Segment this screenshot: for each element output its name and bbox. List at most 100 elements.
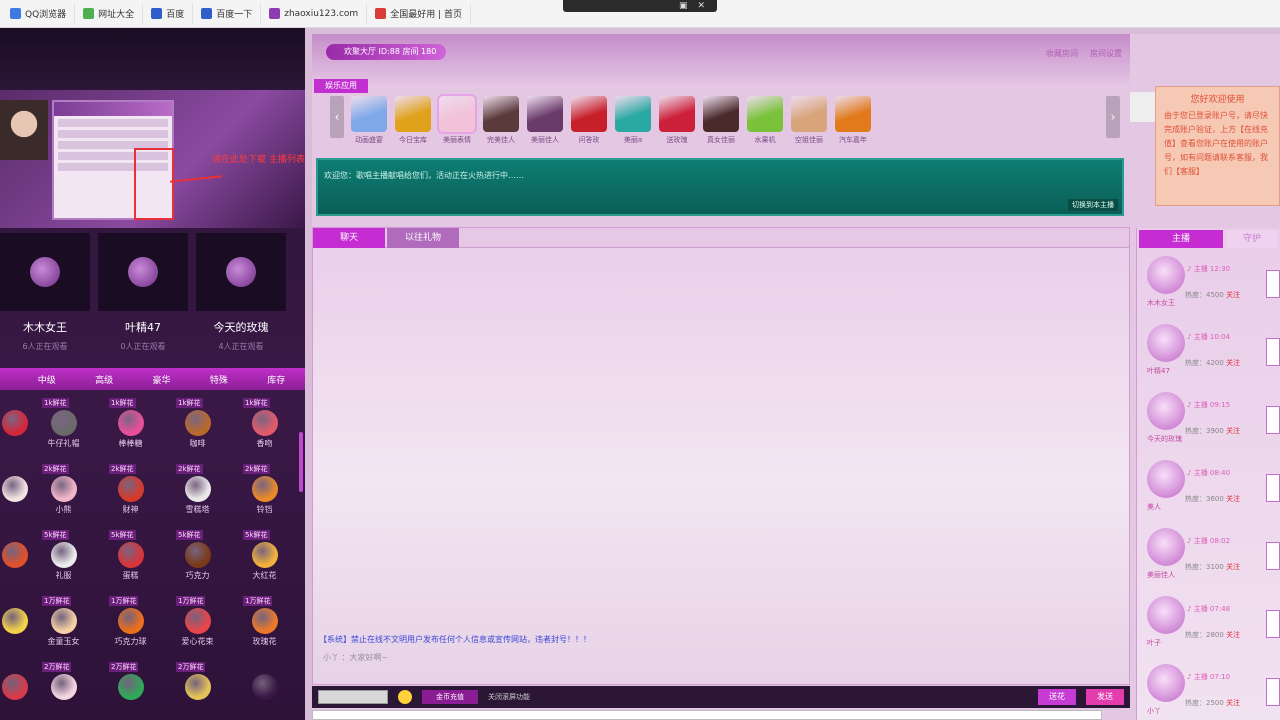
gift-item[interactable]: 5k鲜花 巧克力	[164, 526, 231, 592]
follow-flag[interactable]: 关注	[1226, 495, 1240, 503]
app-item[interactable]: 今日宝库	[394, 96, 432, 145]
follow-flag[interactable]: 关注	[1226, 427, 1240, 435]
tab-chat[interactable]: 聊天	[313, 228, 385, 248]
user-row[interactable]: 美人 ♪ 主播 08:40 热度：3600 关注	[1137, 454, 1280, 522]
gift-item[interactable]: 2万鲜花	[97, 658, 164, 720]
window-icon[interactable]: ▣	[679, 1, 688, 11]
scroll-toggle[interactable]: 关闭滚屏功能	[488, 692, 530, 702]
gift-item[interactable]	[231, 658, 298, 720]
bookmark-label: 全国最好用 | 首页	[390, 10, 462, 20]
download-preview[interactable]: 请在此处下载 主播列表	[0, 90, 305, 228]
room-settings-link[interactable]: 房间设置	[1090, 48, 1122, 59]
user-action-button[interactable]	[1266, 406, 1280, 434]
gift-tab[interactable]: 库存	[267, 373, 285, 386]
anchor-card[interactable]: 今天的玫瑰 4人正在观看	[196, 233, 286, 363]
gift-item[interactable]: 5k鲜花 礼服	[30, 526, 97, 592]
user-row[interactable]: 今天的玫瑰 ♪ 主播 09:15 热度：3900 关注	[1137, 386, 1280, 454]
bookmark-item[interactable]: 百度一下	[193, 3, 262, 24]
gift-scrollbar[interactable]	[299, 432, 303, 492]
anchor-card[interactable]: 木木女王 6人正在观看	[0, 233, 90, 363]
gift-item[interactable]	[0, 592, 30, 658]
gift-item[interactable]: 1万鲜花 玫瑰花	[231, 592, 298, 658]
bookmark-item[interactable]: 百度	[143, 3, 194, 24]
follow-flag[interactable]: 关注	[1226, 291, 1240, 299]
anchor-name: 今天的玫瑰	[213, 321, 269, 334]
app-item[interactable]: 美丽佳人	[526, 96, 564, 145]
bookmark-item[interactable]: 网址大全	[75, 3, 144, 24]
user-action-button[interactable]	[1266, 542, 1280, 570]
gift-tab[interactable]: 特殊	[210, 373, 228, 386]
gift-item[interactable]: 1万鲜花 爱心花束	[164, 592, 231, 658]
app-item[interactable]: 送玫瑰	[658, 96, 696, 145]
favorite-room-link[interactable]: 收藏房间	[1046, 48, 1078, 59]
gift-item[interactable]	[0, 460, 30, 526]
app-item[interactable]: 水果机	[746, 96, 784, 145]
bookmark-item[interactable]: 全国最好用 | 首页	[367, 3, 471, 24]
recharge-button[interactable]: 金币充值	[422, 690, 478, 704]
bookmark-item[interactable]: zhaoxiu123.com	[261, 3, 368, 24]
tab-guardians[interactable]: 守护	[1227, 230, 1277, 248]
app-item[interactable]: 动画盛宴	[350, 96, 388, 145]
gift-item[interactable]	[0, 658, 30, 720]
user-row[interactable]: 叶精47 ♪ 主播 10:04 热度：4200 关注	[1137, 318, 1280, 386]
switch-anchor-button[interactable]: 切换到本主播	[1068, 199, 1118, 211]
chat-input[interactable]	[312, 710, 1102, 720]
apps-next-button[interactable]: ›	[1106, 96, 1120, 138]
apps-prev-button[interactable]: ‹	[330, 96, 344, 138]
bookmark-item[interactable]: QQ浏览器	[2, 3, 76, 24]
tab-gift-history[interactable]: 以往礼物	[387, 228, 459, 248]
gift-item[interactable]: 1k鲜花 牛仔礼帽	[30, 394, 97, 460]
app-item[interactable]: 真女佳丽	[702, 96, 740, 145]
gift-item[interactable]: 5k鲜花 大红花	[231, 526, 298, 592]
follow-flag[interactable]: 关注	[1226, 563, 1240, 571]
follow-flag[interactable]: 关注	[1226, 631, 1240, 639]
user-action-button[interactable]	[1266, 610, 1280, 638]
gift-item[interactable]: 1k鲜花 香吻	[231, 394, 298, 460]
gift-item[interactable]: 1万鲜花 金童玉女	[30, 592, 97, 658]
app-item[interactable]: 美丽表情	[437, 94, 477, 145]
gift-tab[interactable]: 高级	[95, 373, 113, 386]
send-button[interactable]: 发送	[1086, 689, 1124, 705]
user-action-button[interactable]	[1266, 678, 1280, 706]
gift-item[interactable]: 2k鲜花 铃铛	[231, 460, 298, 526]
anchor-name: 叶精47	[125, 321, 161, 334]
app-item[interactable]: 问答玫	[570, 96, 608, 145]
gift-item[interactable]: 1k鲜花 棒棒糖	[97, 394, 164, 460]
gift-item[interactable]: 2k鲜花 雪糕塔	[164, 460, 231, 526]
gift-item[interactable]: 2k鲜花 财神	[97, 460, 164, 526]
screen-toolbar[interactable]: ▣ ✕	[563, 0, 717, 12]
user-action-button[interactable]	[1266, 338, 1280, 366]
app-item[interactable]: 空姐佳丽	[790, 96, 828, 145]
follow-flag[interactable]: 关注	[1226, 699, 1240, 707]
gift-item[interactable]	[0, 394, 30, 460]
recipient-select[interactable]	[318, 690, 388, 704]
tab-anchors[interactable]: 主播	[1139, 230, 1223, 248]
gift-icon	[50, 608, 77, 634]
close-icon[interactable]: ✕	[697, 1, 705, 11]
gift-item[interactable]: 2k鲜花 小熊	[30, 460, 97, 526]
emoji-icon[interactable]	[398, 690, 412, 704]
notice-close-icon[interactable]	[1130, 92, 1156, 122]
anchor-card[interactable]: 叶精47 0人正在观看	[98, 233, 188, 363]
user-row[interactable]: 叶子 ♪ 主播 07:48 热度：2800 关注	[1137, 590, 1280, 658]
gift-tab[interactable]: 中级	[38, 373, 56, 386]
follow-flag[interactable]: 关注	[1226, 359, 1240, 367]
gift-item[interactable]	[0, 526, 30, 592]
flag-icon	[375, 8, 387, 19]
gift-item[interactable]: 2万鲜花	[164, 658, 231, 720]
app-item[interactable]: 美丽a	[614, 96, 652, 145]
user-row[interactable]: 小丫 ♪ 主播 07:10 热度：2500 关注	[1137, 658, 1280, 720]
flower-button[interactable]: 送花	[1038, 689, 1076, 705]
gift-tab[interactable]: 豪华	[152, 373, 170, 386]
gift-name: 香吻	[256, 439, 273, 448]
user-action-button[interactable]	[1266, 270, 1280, 298]
app-item[interactable]: 汽车嘉年	[834, 96, 872, 145]
app-item[interactable]: 完美佳人	[482, 96, 520, 145]
user-row[interactable]: 美丽佳人 ♪ 主播 08:02 热度：3100 关注	[1137, 522, 1280, 590]
gift-item[interactable]: 1k鲜花 咖啡	[164, 394, 231, 460]
user-action-button[interactable]	[1266, 474, 1280, 502]
user-row[interactable]: 木木女王 ♪ 主播 12:30 热度：4500 关注	[1137, 250, 1280, 318]
gift-item[interactable]: 2万鲜花	[30, 658, 97, 720]
gift-item[interactable]: 5k鲜花 蛋糕	[97, 526, 164, 592]
gift-item[interactable]: 1万鲜花 巧克力球	[97, 592, 164, 658]
